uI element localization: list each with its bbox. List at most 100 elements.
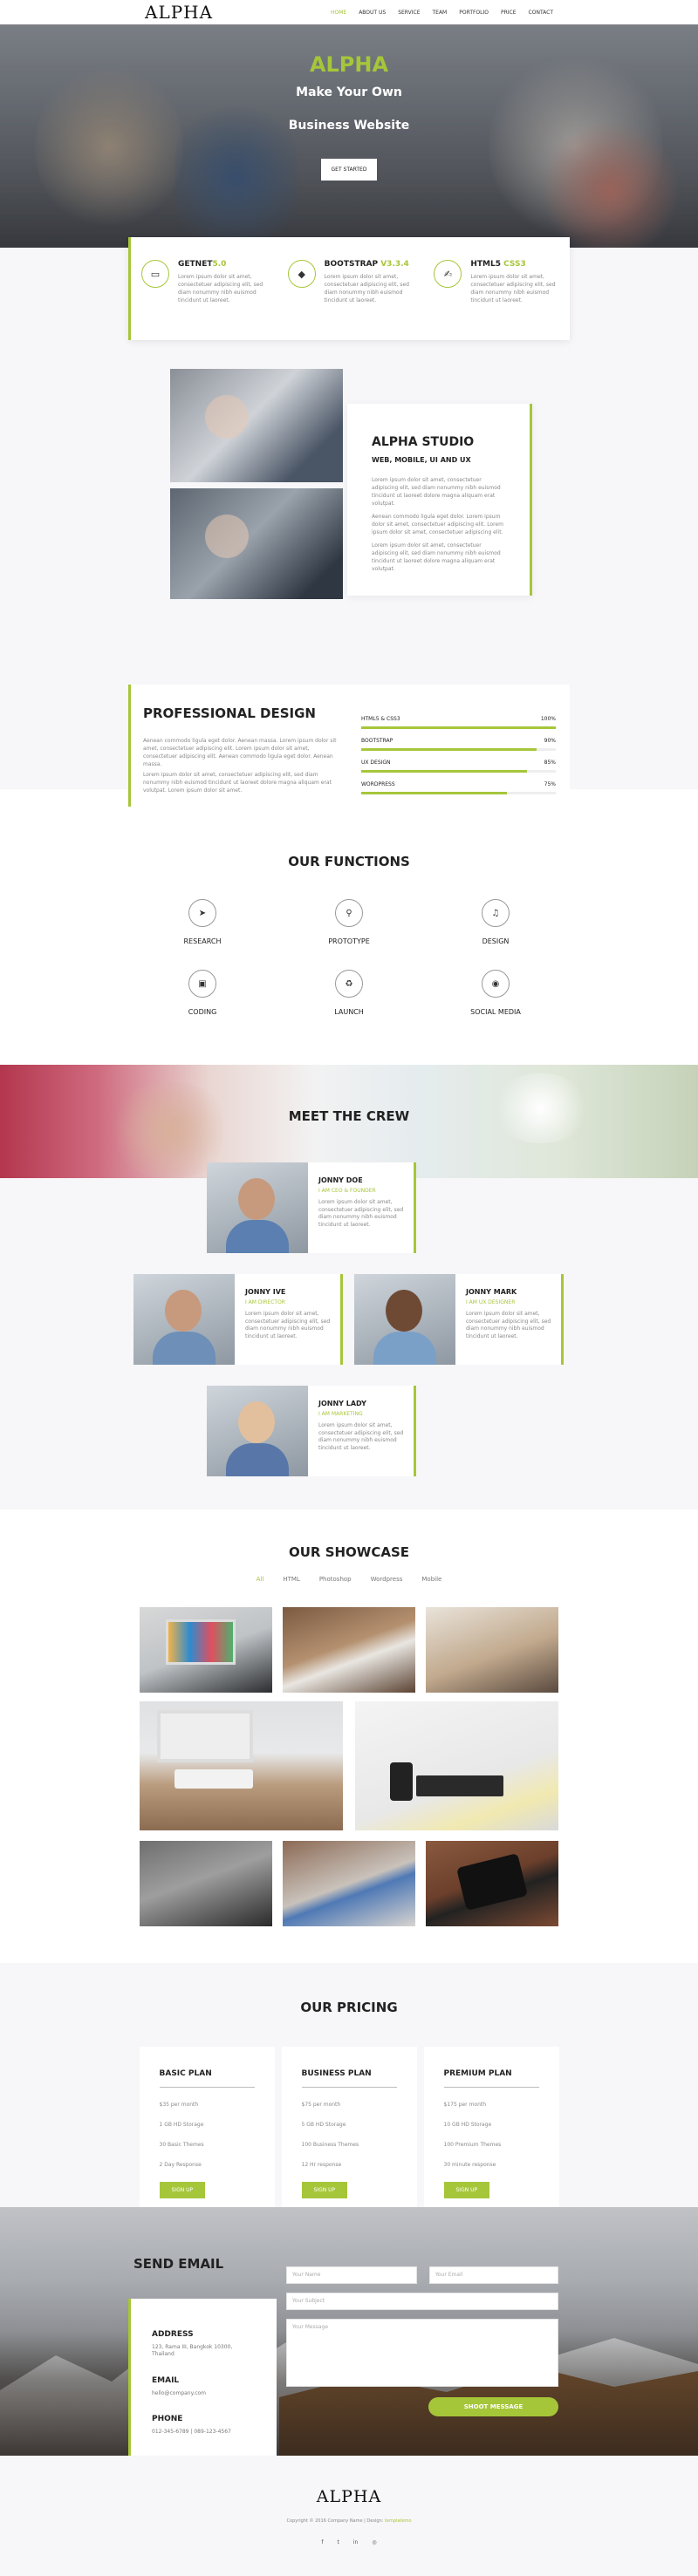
- about-card: ALPHA STUDIO WEB, MOBILE, UI AND UX Lore…: [347, 404, 532, 596]
- plan-card-business: BUSINESS PLAN $75 per month 5 GB HD Stor…: [281, 2047, 417, 2218]
- plan-feature: 12 Hr response: [301, 2162, 342, 2168]
- shoot-message-button[interactable]: SHOOT MESSAGE: [428, 2397, 558, 2416]
- about-paragraph: Aenean commodo ligula eget dolor. Lorem …: [372, 514, 503, 535]
- footer-logo[interactable]: ALPHA: [0, 2487, 698, 2506]
- skill-bar: UX DESIGN 85%: [361, 760, 556, 773]
- member-card: JONNY DOE I AM CEO & FOUNDER Lorem ipsum d…: [207, 1162, 416, 1253]
- plan-name: PREMIUM PLAN: [443, 2069, 539, 2088]
- address-value: 123, Rama III, Bangkok 10300, Thailand: [152, 2344, 233, 2358]
- plan-feature: 10 GB HD Storage: [443, 2122, 492, 2128]
- plan-feature: 30 minute response: [443, 2162, 496, 2168]
- facebook-icon[interactable]: f: [321, 2539, 323, 2545]
- main-nav: HOME ABOUT US SERVICE TEAM PORTFOLIO PRI…: [331, 10, 553, 16]
- about-subtitle: WEB, MOBILE, UI AND UX: [372, 456, 471, 464]
- plan-feature: 5 GB HD Storage: [301, 2122, 346, 2128]
- portfolio-item-imac[interactable]: [140, 1607, 272, 1693]
- portfolio-item-laptop-browse[interactable]: [283, 1841, 415, 1926]
- nav-home[interactable]: HOME: [331, 10, 346, 16]
- member-card: JONNY IVE I AM DIRECTOR Lorem ipsum dolor …: [133, 1274, 343, 1365]
- phone-value: 012-345-6789 | 089-123-4567: [152, 2429, 231, 2436]
- filter-mobile[interactable]: Mobile: [421, 1576, 441, 1583]
- about-title: ALPHA STUDIO: [372, 435, 475, 449]
- function-research[interactable]: ➤ RESEARCH: [129, 899, 276, 945]
- instagram-icon[interactable]: ◎: [372, 2539, 376, 2545]
- function-launch[interactable]: ♻ LAUNCH: [276, 970, 422, 1016]
- portfolio-item-flatlay[interactable]: [355, 1701, 558, 1830]
- sign-up-button[interactable]: SIGN UP: [301, 2182, 348, 2198]
- feature-title: GETNET5.0: [178, 260, 227, 269]
- address-label: ADDRESS: [152, 2330, 194, 2339]
- member-bio: Lorem ipsum dolor sit amet, consectetuer…: [318, 1422, 404, 1452]
- skill-bar: BOOTSTRAP 90%: [361, 738, 556, 751]
- portfolio-filters: All HTML Photoshop Wordpress Mobile: [0, 1576, 698, 1583]
- function-social-media[interactable]: ◉ SOCIAL MEDIA: [422, 970, 569, 1016]
- member-photo: [207, 1386, 308, 1476]
- linkedin-icon[interactable]: in: [353, 2539, 358, 2545]
- email-value[interactable]: hello@company.com: [152, 2390, 256, 2397]
- function-design[interactable]: ♫ DESIGN: [422, 899, 569, 945]
- plan-name: BASIC PLAN: [159, 2069, 255, 2088]
- sign-up-button[interactable]: SIGN UP: [443, 2182, 490, 2198]
- function-coding[interactable]: ▣ CODING: [129, 970, 276, 1016]
- copyright: Copyright © 2016 Company Name | Design: …: [286, 2518, 412, 2524]
- portfolio-item-smartphone[interactable]: [426, 1841, 558, 1926]
- member-role: I AM UX DESIGNER: [466, 1299, 516, 1305]
- twitter-icon[interactable]: t: [338, 2539, 339, 2545]
- filter-photoshop[interactable]: Photoshop: [319, 1576, 352, 1583]
- professional-design-section: PROFESSIONAL DESIGN Aenean commodo ligul…: [128, 685, 570, 807]
- filter-wordpress[interactable]: Wordpress: [371, 1576, 403, 1583]
- address-card: ADDRESS 123, Rama III, Bangkok 10300, Th…: [128, 2299, 277, 2456]
- nav-about[interactable]: ABOUT US: [359, 10, 386, 16]
- pricing-section: OUR PRICING BASIC PLAN $35 per month 1 G…: [0, 1963, 698, 2218]
- sign-up-button[interactable]: SIGN UP: [159, 2182, 206, 2198]
- functions-section: OUR FUNCTIONS ➤ RESEARCH ⚲ PROTOTYPE ♫ DESI…: [0, 789, 698, 1065]
- get-started-button[interactable]: GET STARTED: [320, 159, 378, 181]
- link-icon: ⚲: [335, 899, 363, 927]
- crew-title: MEET THE CREW: [288, 1108, 410, 1124]
- nav-portfolio[interactable]: PORTFOLIO: [459, 10, 489, 16]
- subject-input[interactable]: Your Subject: [286, 2293, 558, 2310]
- feature-title: BOOTSTRAP V3.3.4: [324, 260, 409, 269]
- thumbs-up-icon: ✍: [434, 260, 462, 288]
- filter-all[interactable]: All: [257, 1576, 264, 1583]
- portfolio-item-phone-hand[interactable]: [426, 1607, 558, 1693]
- email-label: EMAIL: [152, 2375, 180, 2385]
- portfolio-item-tablet[interactable]: [140, 1841, 272, 1926]
- phone-label: PHONE: [152, 2415, 183, 2424]
- name-input[interactable]: Your Name: [286, 2266, 417, 2284]
- member-bio: Lorem ipsum dolor sit amet, consectetuer…: [466, 1311, 551, 1340]
- nav-contact[interactable]: CONTACT: [529, 10, 553, 16]
- monitor-icon: ▭: [141, 260, 169, 288]
- professional-title: PROFESSIONAL DESIGN: [143, 705, 316, 721]
- portfolio-item-laptop-desk[interactable]: [283, 1607, 415, 1693]
- member-bio: Lorem ipsum dolor sit amet, consectetuer…: [318, 1199, 404, 1229]
- skill-bar: HTML5 & CSS3 100%: [361, 716, 556, 729]
- member-role: I AM MARKETING: [318, 1411, 363, 1417]
- member-photo: [207, 1162, 308, 1253]
- globe-icon: ◉: [482, 970, 510, 998]
- logo[interactable]: ALPHA: [145, 2, 213, 23]
- filter-html[interactable]: HTML: [283, 1576, 299, 1583]
- hero-title: ALPHA: [309, 52, 389, 77]
- features-strip: ▭ GETNET5.0 Lorem ipsum dolor sit amet, …: [128, 237, 570, 340]
- nav-service[interactable]: SERVICE: [398, 10, 420, 16]
- bell-icon: ♫: [482, 899, 510, 927]
- message-textarea[interactable]: Your Message: [286, 2319, 558, 2387]
- pricing-title: OUR PRICING: [300, 2000, 398, 2015]
- function-prototype[interactable]: ⚲ PROTOTYPE: [276, 899, 422, 945]
- about-paragraph: Lorem ipsum dolor sit amet, consectetuer…: [372, 542, 501, 572]
- member-role: I AM CEO & FOUNDER: [318, 1188, 376, 1194]
- team-meeting-photo: [170, 369, 343, 482]
- member-name: JONNY DOE: [318, 1176, 363, 1184]
- designer-link[interactable]: templatemo: [385, 2518, 412, 2524]
- professional-paragraph: Aenean commodo ligula eget dolor. Aenean…: [143, 738, 337, 767]
- email-input[interactable]: Your Email: [429, 2266, 558, 2284]
- plan-card-premium: PREMIUM PLAN $175 per month 10 GB HD Sto…: [423, 2047, 559, 2218]
- plan-feature: 100 Premium Themes: [443, 2142, 502, 2148]
- skill-bar: WORDPRESS 75%: [361, 781, 556, 794]
- portfolio-item-workspace[interactable]: [140, 1701, 343, 1830]
- nav-team[interactable]: TEAM: [433, 10, 448, 16]
- member-bio: Lorem ipsum dolor sit amet, consectetuer…: [245, 1311, 331, 1340]
- nav-price[interactable]: PRICE: [501, 10, 517, 16]
- member-name: JONNY IVE: [245, 1288, 286, 1296]
